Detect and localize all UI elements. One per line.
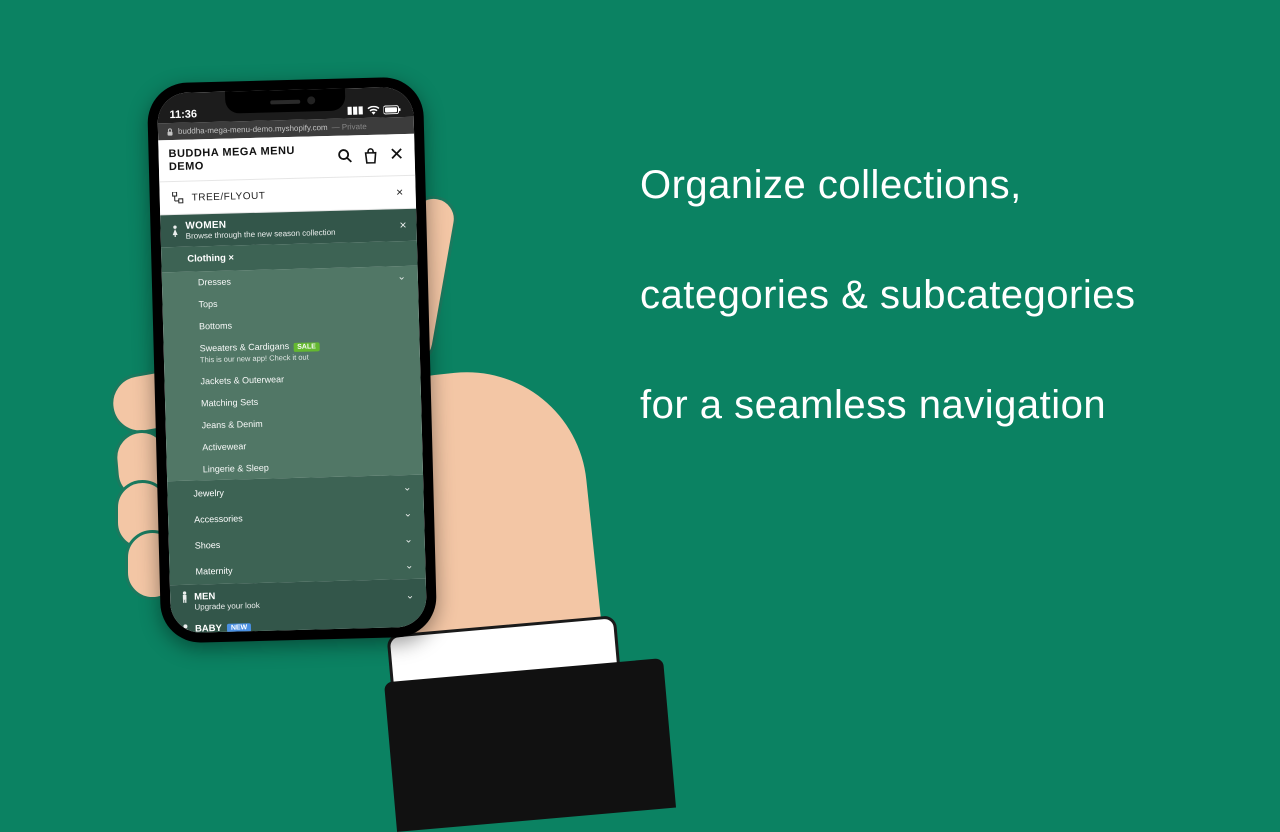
baby-title: BABY [195,623,222,633]
men-icon [180,591,189,603]
sale-badge: SALE [293,343,320,353]
category-label: Accessories [194,514,243,525]
clothing-item-label: Bottoms [199,321,232,332]
women-close-icon[interactable]: × [399,218,406,232]
baby-icon [181,624,190,633]
site-title: BUDDHA MEGA MENU DEMO [168,144,319,173]
wifi-icon [367,106,379,115]
tree-flyout-close-icon[interactable]: × [396,185,404,199]
tree-flyout-label: TREE/FLYOUT [192,190,266,203]
baby-new-badge: NEW [227,623,252,633]
chevron-down-icon: ⌄ [403,483,412,494]
chevron-down-icon: ⌄ [405,561,414,572]
mega-menu: WOMEN Browse through the new season coll… [160,209,427,633]
search-icon[interactable] [336,148,352,164]
clothing-label: Clothing [187,253,226,265]
clothing-item-label: Activewear [202,442,246,453]
category-label: Shoes [195,540,221,551]
url-domain: buddha-mega-menu-demo.myshopify.com [178,123,328,136]
flyout-icon [172,192,184,204]
clothing-item-label: Dresses [198,277,231,288]
clothing-item-label: Sweaters & Cardigans [200,341,290,353]
clothing-item-label: Matching Sets [201,397,258,408]
clothing-item-label: Jeans & Denim [202,419,263,431]
men-title: MEN [194,591,215,603]
chevron-down-icon: ⌄ [406,590,415,601]
phone-notch [225,87,346,114]
clothing-items-list: Dresses ⌄ Tops Bottoms Sweaters & CardigansS… [162,266,423,482]
clothing-item-label: Jackets & Outerwear [200,374,284,386]
marketing-tagline: Organize collections, categories & subca… [640,130,1190,460]
phone-mockup: 11:36 ▮▮▮ buddha-mega-menu-demo.myshopif… [147,76,438,643]
chevron-down-icon: ⌄ [404,509,413,520]
battery-icon [383,105,401,114]
close-menu-icon[interactable]: ✕ [388,147,404,163]
clothing-close-icon[interactable]: × [228,253,234,264]
chevron-down-icon: ⌄ [404,535,413,546]
status-icons: ▮▮▮ [347,104,402,116]
clothing-item-label: Tops [198,299,217,309]
category-label: Jewelry [193,488,224,499]
url-private-label: — Private [332,122,367,132]
app-header: BUDDHA MEGA MENU DEMO ✕ [158,134,415,182]
category-label: Maternity [195,566,232,577]
clothing-item-label: Lingerie & Sleep [203,463,269,475]
women-icon [170,225,179,237]
lock-icon [166,128,174,136]
status-time: 11:36 [169,108,197,121]
chevron-down-icon: ⌄ [407,623,416,634]
women-categories-list: Jewelry ⌄ Accessories ⌄ Shoes ⌄ Maternity ⌄ [167,475,426,586]
chevron-down-icon: ⌄ [397,272,406,283]
signal-icon: ▮▮▮ [347,105,364,116]
cart-icon[interactable] [362,147,378,163]
